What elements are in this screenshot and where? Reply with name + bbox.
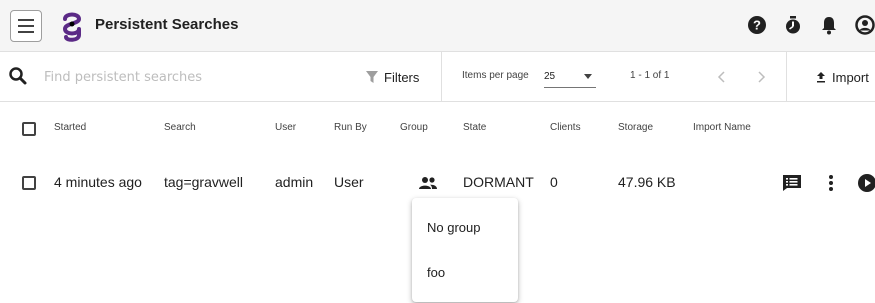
select-all-checkbox[interactable] <box>22 122 36 136</box>
column-header-storage[interactable]: Storage <box>618 122 653 133</box>
items-per-page-value: 25 <box>544 71 556 82</box>
group-menu: No group foo <box>412 198 518 302</box>
column-header-user[interactable]: User <box>275 122 296 133</box>
search-icon <box>9 67 27 85</box>
timer-icon[interactable] <box>782 14 804 36</box>
row-checkbox[interactable] <box>22 176 36 190</box>
notifications-bell-icon[interactable] <box>818 14 840 36</box>
column-header-state[interactable]: State <box>463 122 486 133</box>
divider <box>441 52 442 102</box>
filters-button[interactable]: Filters <box>366 66 419 88</box>
cell-storage: 47.96 KB <box>618 174 676 190</box>
import-button[interactable]: Import <box>816 66 869 88</box>
svg-text:?: ? <box>753 18 761 33</box>
chevron-left-icon <box>717 71 725 83</box>
caret-down-icon <box>584 74 592 79</box>
cell-clients: 0 <box>550 174 558 190</box>
search-input[interactable] <box>44 64 334 90</box>
play-icon[interactable] <box>856 172 875 194</box>
previous-page-button[interactable] <box>713 67 731 87</box>
cell-state: DORMANT <box>463 174 534 190</box>
cell-search: tag=gravwell <box>164 174 243 190</box>
filter-icon <box>366 71 378 83</box>
import-label: Import <box>832 69 869 85</box>
group-icon[interactable] <box>418 175 438 191</box>
column-header-search[interactable]: Search <box>164 122 196 133</box>
pagination-range: 1 - 1 of 1 <box>630 70 670 81</box>
cell-started: 4 minutes ago <box>54 174 142 190</box>
column-header-clients[interactable]: Clients <box>550 122 581 133</box>
table-header: Started Search User Run By Group State C… <box>0 102 875 156</box>
chevron-right-icon <box>758 71 766 83</box>
upload-icon <box>817 72 825 83</box>
column-header-import-name[interactable]: Import Name <box>693 122 751 133</box>
more-vert-icon[interactable] <box>820 172 842 194</box>
cell-user: admin <box>275 174 314 190</box>
menu-item-foo[interactable]: foo <box>412 252 518 292</box>
help-icon[interactable]: ? <box>746 14 768 36</box>
menu-item-no-group[interactable]: No group <box>412 207 518 247</box>
items-per-page-select[interactable]: 25 <box>544 66 596 88</box>
items-per-page-label: Items per page <box>462 70 529 81</box>
gravwell-logo-icon[interactable] <box>60 10 84 42</box>
column-header-run-by[interactable]: Run By <box>334 122 367 133</box>
search-toolbar: Filters Items per page 25 1 - 1 of 1 Imp… <box>0 52 875 102</box>
account-icon[interactable] <box>854 14 875 36</box>
column-header-started[interactable]: Started <box>54 122 86 133</box>
next-page-button[interactable] <box>752 67 770 87</box>
view-results-icon[interactable] <box>781 172 803 194</box>
page-title: Persistent Searches <box>95 16 239 33</box>
cell-run-by: User <box>334 174 364 190</box>
divider <box>786 52 787 102</box>
top-app-bar: Persistent Searches ? <box>0 0 875 52</box>
hamburger-menu-icon[interactable] <box>10 10 42 42</box>
column-header-group[interactable]: Group <box>400 122 428 133</box>
filters-label: Filters <box>384 69 420 85</box>
